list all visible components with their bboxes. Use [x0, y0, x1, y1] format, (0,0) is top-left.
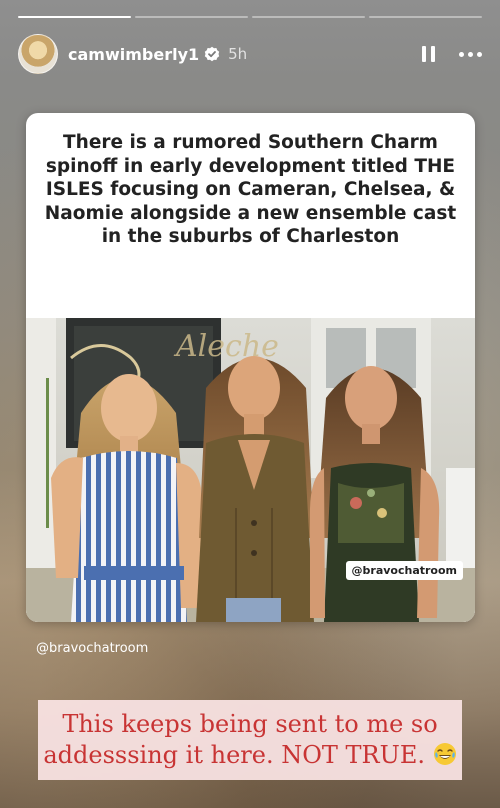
post-photo: Aleche @bravochatroom: [26, 318, 475, 622]
verified-badge-icon: [204, 46, 220, 62]
username[interactable]: camwimberly1: [68, 45, 199, 64]
avatar[interactable]: [18, 34, 58, 74]
post-time: 5h: [228, 45, 248, 63]
story-header: camwimberly1 5h: [18, 34, 482, 74]
caption-text: This keeps being sent to me so addesssin…: [43, 710, 438, 769]
credit-link[interactable]: @bravochatroom: [36, 641, 148, 656]
story-progress-bar: [18, 16, 482, 18]
shared-post-card[interactable]: There is a rumored Southern Charm spinof…: [26, 113, 475, 622]
more-options-icon[interactable]: [459, 51, 482, 57]
photo-sign-text: Aleche: [173, 329, 279, 364]
laughing-crying-emoji-icon: [433, 742, 457, 766]
progress-segment: [18, 16, 131, 18]
post-headline: There is a rumored Southern Charm spinof…: [44, 132, 457, 247]
pause-icon[interactable]: [419, 45, 437, 63]
photo-tag[interactable]: @bravochatroom: [345, 561, 463, 580]
progress-segment: [252, 16, 365, 18]
progress-segment: [369, 16, 482, 18]
progress-segment: [135, 16, 248, 18]
story-caption-box: This keeps being sent to me so addesssin…: [38, 700, 462, 780]
